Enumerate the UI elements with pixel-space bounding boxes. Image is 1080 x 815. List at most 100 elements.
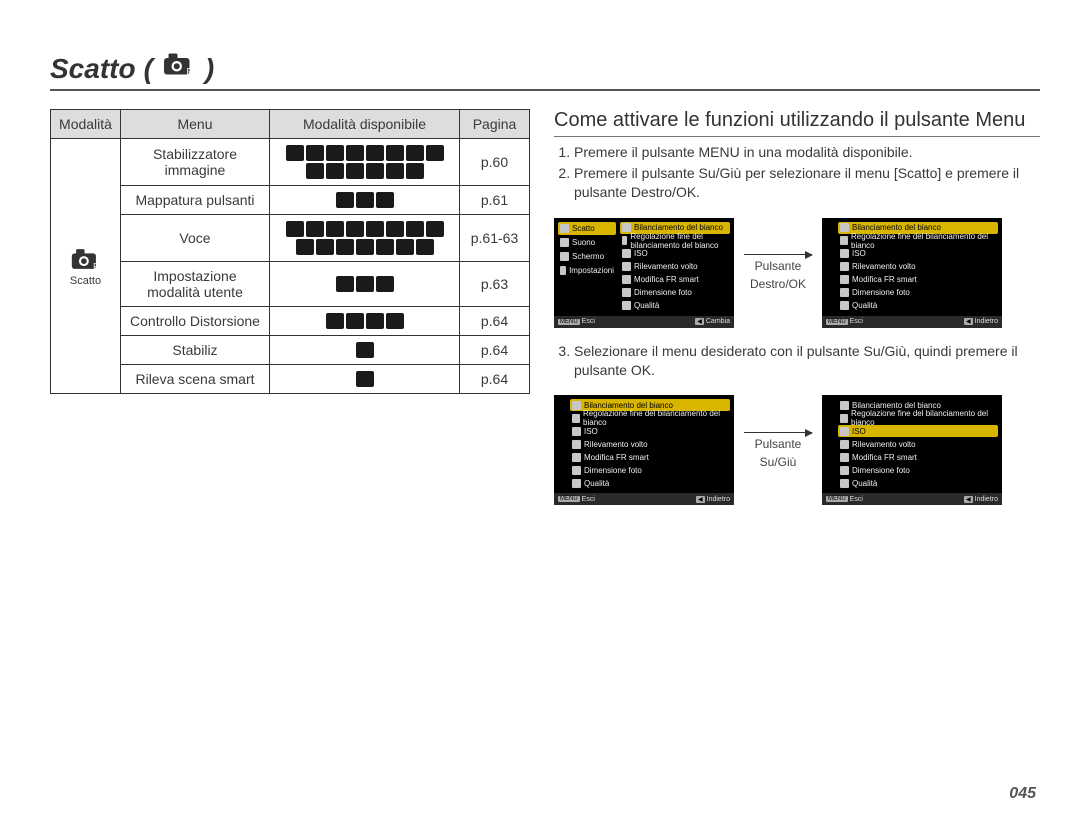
- menu-icon: [622, 288, 631, 297]
- screen-menu-item: Dimensione foto: [838, 287, 998, 299]
- screen-menu-item: Qualità: [620, 300, 730, 312]
- svg-text:Fn: Fn: [93, 260, 103, 270]
- mode-icon: [386, 313, 404, 329]
- menu-icon: [560, 266, 566, 275]
- screen-menu-item: Dimensione foto: [620, 287, 730, 299]
- page-number: 045: [1009, 785, 1036, 803]
- table-row: Impostazione modalità utentep.63: [51, 262, 530, 307]
- screen-menu-item: Qualità: [570, 477, 730, 489]
- screen-menu-item: ISO: [838, 425, 998, 437]
- screenshot-menu-2: Bilanciamento del biancoRegolazione fine…: [822, 218, 1002, 328]
- menu-icon: [572, 401, 581, 410]
- mode-icon: [346, 221, 364, 237]
- menu-icon: [560, 252, 569, 261]
- screen-menu-item: Regolazione fine del bilanciamento del b…: [570, 412, 730, 424]
- mode-icon: [356, 192, 374, 208]
- screenshot-menu-4: Bilanciamento del biancoRegolazione fine…: [822, 395, 1002, 505]
- screen-menu-item: Modifica FR smart: [570, 451, 730, 463]
- menu-cell: Impostazione modalità utente: [121, 262, 270, 307]
- screen-menu-item: Modifica FR smart: [620, 274, 730, 286]
- menu-icon: [840, 453, 849, 462]
- screen-menu-item: Rilevamento volto: [838, 261, 998, 273]
- screen-menu-item: Regolazione fine del bilanciamento del b…: [838, 235, 998, 247]
- mode-icon: [296, 239, 314, 255]
- menu-table: Modalità Menu Modalità disponibile Pagin…: [50, 109, 530, 394]
- screen-menu-item: Dimensione foto: [838, 464, 998, 476]
- mode-icon: [326, 145, 344, 161]
- arrow-right-icon: [744, 254, 812, 255]
- menu-icon: [572, 440, 581, 449]
- mode-icon: [356, 239, 374, 255]
- page-ref-cell: p.60: [460, 139, 530, 186]
- mode-icon: [346, 145, 364, 161]
- footer-esci: MENUEsci: [554, 316, 599, 328]
- footer-indietro-2: ◀Indietro: [960, 316, 1002, 328]
- arrow2-line2: Su/Giù: [760, 455, 797, 469]
- mode-icon: [406, 145, 424, 161]
- step-3: Selezionare il menu desiderato con il pu…: [574, 342, 1040, 380]
- mode-icon: [386, 145, 404, 161]
- menu-icon: [840, 479, 849, 488]
- menu-icon: [622, 249, 631, 258]
- arrow2-line1: Pulsante: [755, 437, 802, 451]
- screen-menu-item: Regolazione fine del bilanciamento del b…: [838, 412, 998, 424]
- camera-fn-icon: Fn: [161, 50, 197, 83]
- footer-esci-3: MENUEsci: [554, 493, 599, 505]
- menu-icon: [840, 275, 849, 284]
- step-1: Premere il pulsante MENU in una modalità…: [574, 143, 1040, 162]
- page-ref-cell: p.61: [460, 186, 530, 215]
- svg-text:Fn: Fn: [186, 67, 197, 77]
- screen-menu-item: Rilevamento volto: [570, 438, 730, 450]
- mode-icon: [306, 221, 324, 237]
- mode-icon: [386, 163, 404, 179]
- screen-menu-item: Qualità: [838, 300, 998, 312]
- available-modes-cell: [270, 186, 460, 215]
- footer-cambia: ◀Cambia: [691, 316, 734, 328]
- menu-icon: [572, 427, 581, 436]
- menu-icon: [622, 236, 627, 245]
- screen-menu-item: Modifica FR smart: [838, 451, 998, 463]
- available-modes-cell: [270, 336, 460, 365]
- table-row: Rileva scena smartp.64: [51, 365, 530, 394]
- mode-icon: [306, 163, 324, 179]
- menu-icon: [572, 453, 581, 462]
- menu-icon: [572, 479, 581, 488]
- table-row: Mappatura pulsantip.61: [51, 186, 530, 215]
- menu-icon: [622, 262, 631, 271]
- mode-icon: [396, 239, 414, 255]
- menu-cell: Voce: [121, 215, 270, 262]
- mode-icon: [376, 192, 394, 208]
- footer-esci-4: MENUEsci: [822, 493, 867, 505]
- mode-cell: FnScatto: [51, 139, 121, 394]
- mode-icon: [286, 221, 304, 237]
- screen-menu-item: Rilevamento volto: [620, 261, 730, 273]
- step-2: Premere il pulsante Su/Giù per seleziona…: [574, 164, 1040, 202]
- menu-icon: [840, 414, 848, 423]
- mode-icon: [336, 276, 354, 292]
- mode-icon: [336, 239, 354, 255]
- available-modes-cell: [270, 139, 460, 186]
- menu-icon: [622, 301, 631, 310]
- mode-icon: [306, 145, 324, 161]
- footer-indietro-4: ◀Indietro: [960, 493, 1002, 505]
- menu-icon: [840, 288, 849, 297]
- menu-icon: [840, 440, 849, 449]
- mode-icon: [426, 145, 444, 161]
- menu-icon: [840, 427, 849, 436]
- mode-icon: [336, 192, 354, 208]
- th-modalita: Modalità: [51, 110, 121, 139]
- page-title-row: Scatto ( Fn ): [50, 50, 1040, 91]
- menu-cell: Stabilizzatore immagine: [121, 139, 270, 186]
- mode-icon: [366, 221, 384, 237]
- mode-icon: [356, 342, 374, 358]
- screen-menu-item: ISO: [838, 248, 998, 260]
- page-ref-cell: p.61-63: [460, 215, 530, 262]
- menu-icon: [840, 466, 849, 475]
- available-modes-cell: [270, 262, 460, 307]
- camera-fn-icon: Fn: [57, 246, 114, 275]
- mode-icon: [406, 163, 424, 179]
- menu-icon: [840, 301, 849, 310]
- mode-icon: [386, 221, 404, 237]
- available-modes-cell: [270, 307, 460, 336]
- screen-side-item: Schermo: [558, 250, 616, 263]
